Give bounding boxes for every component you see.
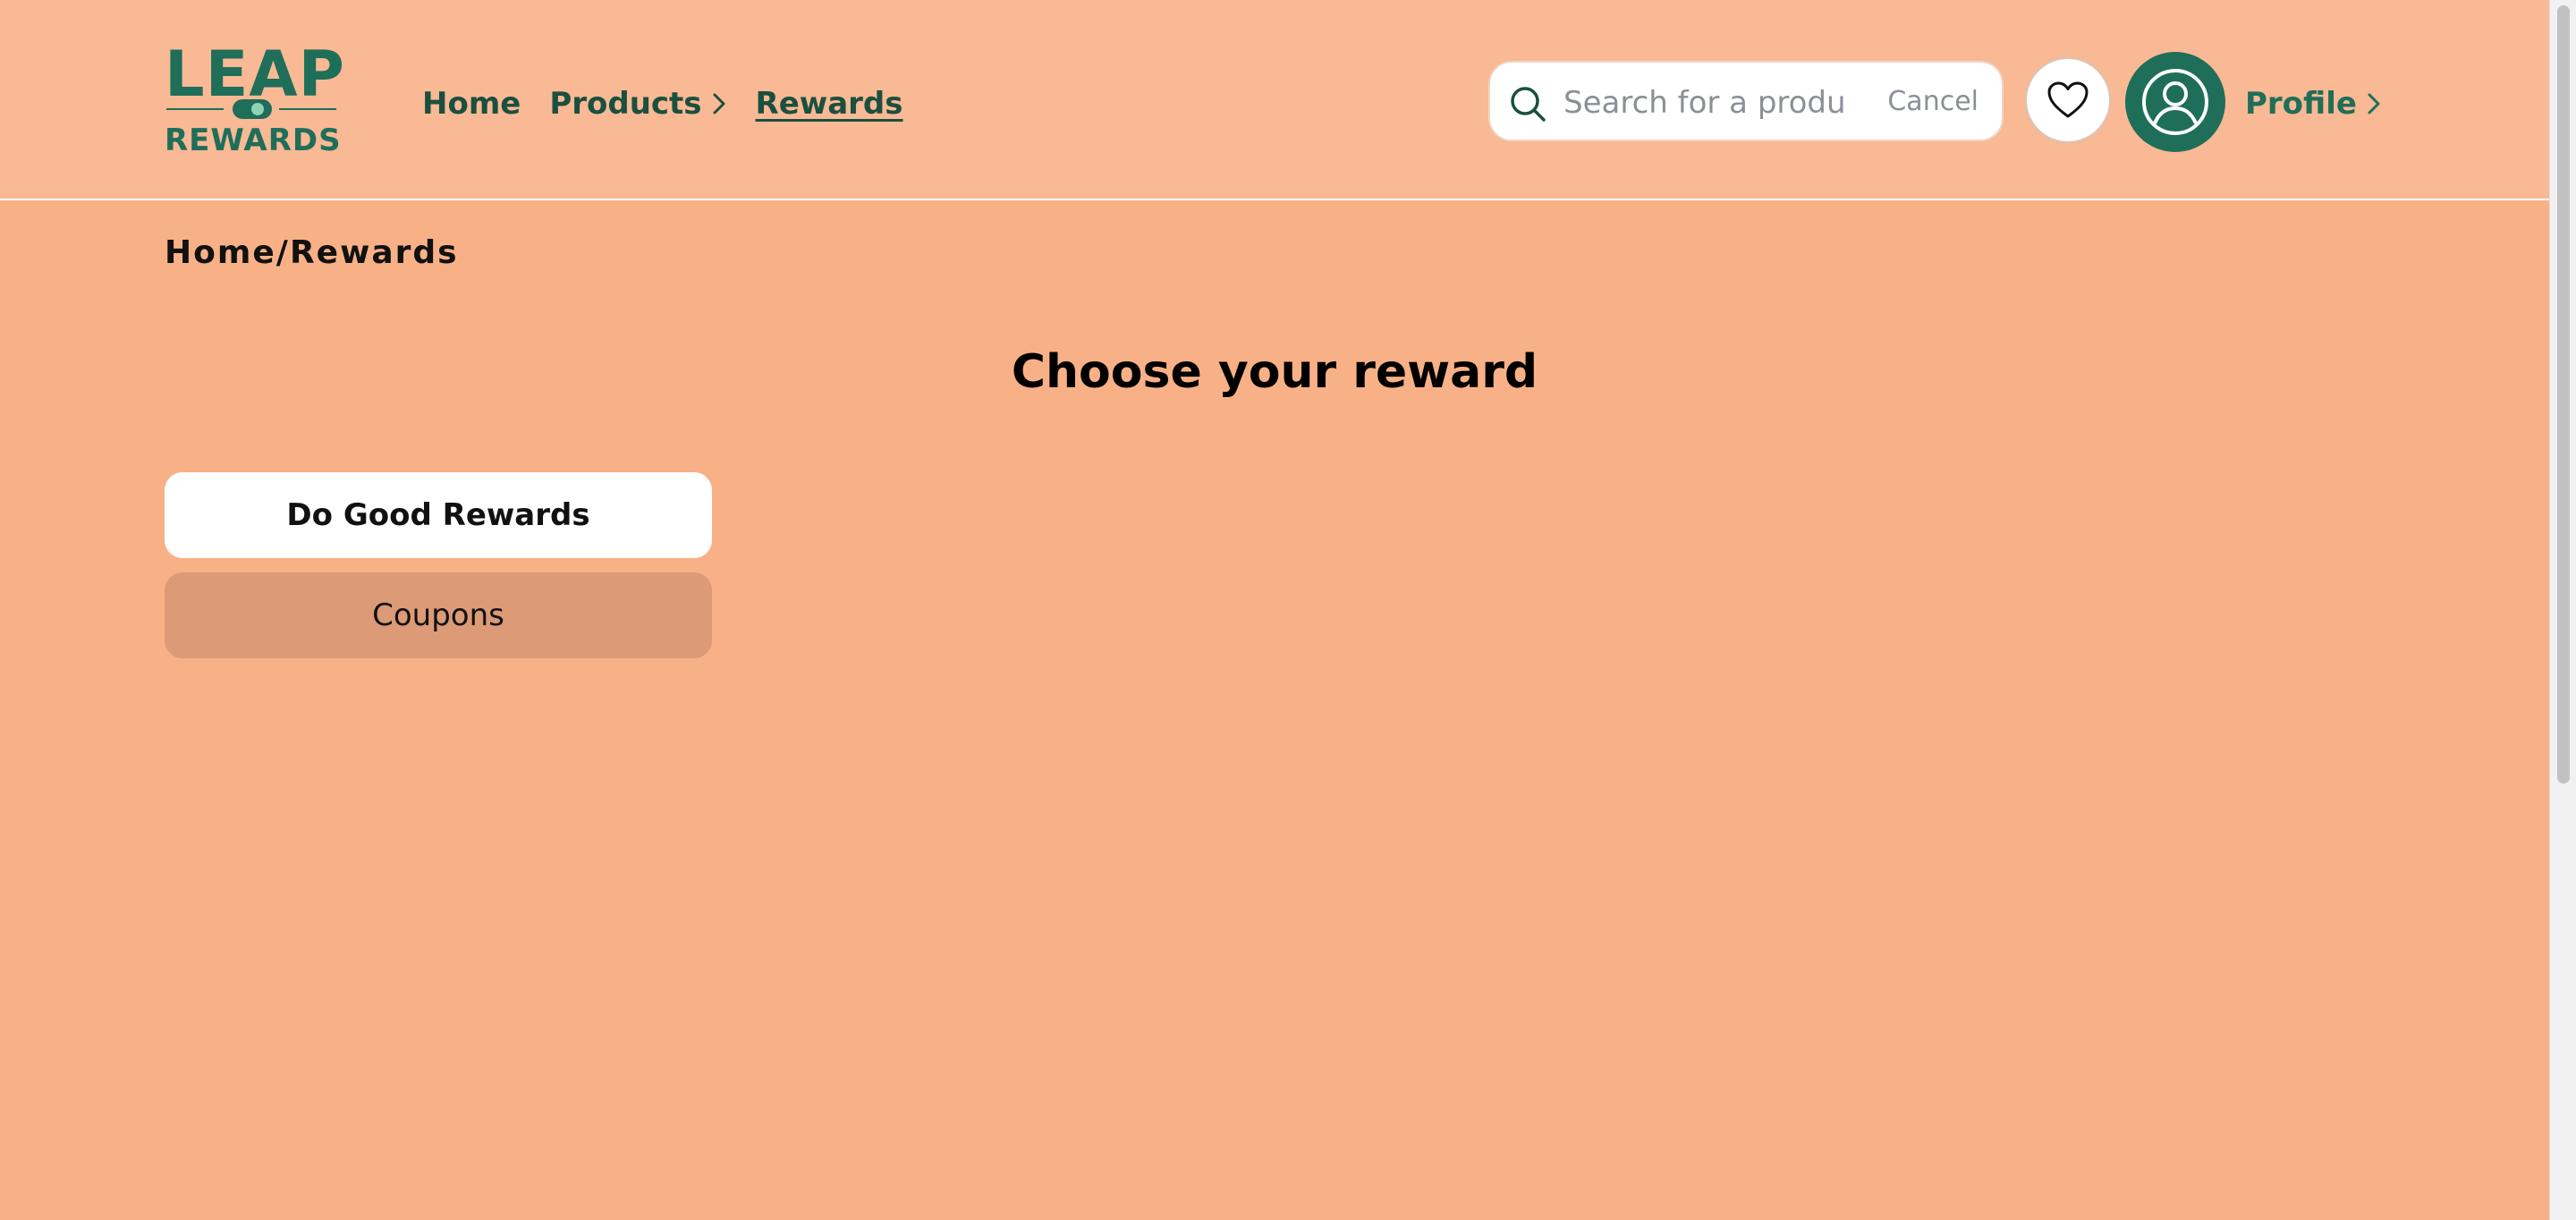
scrollbar-thumb[interactable] — [2557, 5, 2570, 784]
favorites-button[interactable] — [2025, 57, 2111, 143]
page-scrollbar[interactable] — [2549, 0, 2576, 1220]
nav-home-label: Home — [422, 86, 521, 122]
tab-coupons[interactable]: Coupons — [165, 572, 712, 658]
nav-products-label: Products — [549, 86, 702, 122]
search-input[interactable] — [1562, 80, 1848, 125]
chevron-right-icon — [713, 93, 725, 114]
tab-do-good-rewards-label: Do Good Rewards — [286, 497, 590, 533]
tab-do-good-rewards[interactable]: Do Good Rewards — [165, 472, 712, 558]
nav-rewards-label: Rewards — [755, 86, 903, 122]
page: LEAP REWARDS Home Products Rewards Searc… — [0, 0, 2549, 1220]
search-cancel-button[interactable]: Cancel — [1887, 86, 1979, 117]
profile-link[interactable]: Profile — [2245, 77, 2382, 131]
main-nav: Home Products Rewards — [422, 77, 902, 131]
logo-wordmark-top: LEAP — [165, 38, 345, 111]
leap-rewards-logo[interactable]: LEAP REWARDS — [165, 38, 345, 158]
site-header: LEAP REWARDS Home Products Rewards Searc… — [0, 0, 2549, 200]
logo-wordmark-bottom: REWARDS — [165, 123, 342, 158]
profile-label: Profile — [2245, 86, 2357, 122]
heart-icon — [2047, 81, 2089, 118]
avatar-button[interactable] — [2125, 52, 2225, 152]
logo-toggle-icon — [166, 99, 336, 119]
chevron-right-icon — [2368, 93, 2380, 114]
search-icon[interactable] — [1508, 84, 1547, 123]
nav-products[interactable]: Products — [549, 86, 726, 122]
page-title: Choose your reward — [1011, 345, 1538, 399]
breadcrumb: Home/Rewards — [165, 234, 459, 271]
nav-rewards[interactable]: Rewards — [756, 86, 903, 122]
user-icon — [2142, 69, 2208, 135]
tab-coupons-label: Coupons — [372, 597, 504, 633]
search-bar: Cancel — [1488, 61, 2004, 141]
nav-home[interactable]: Home — [422, 86, 521, 122]
